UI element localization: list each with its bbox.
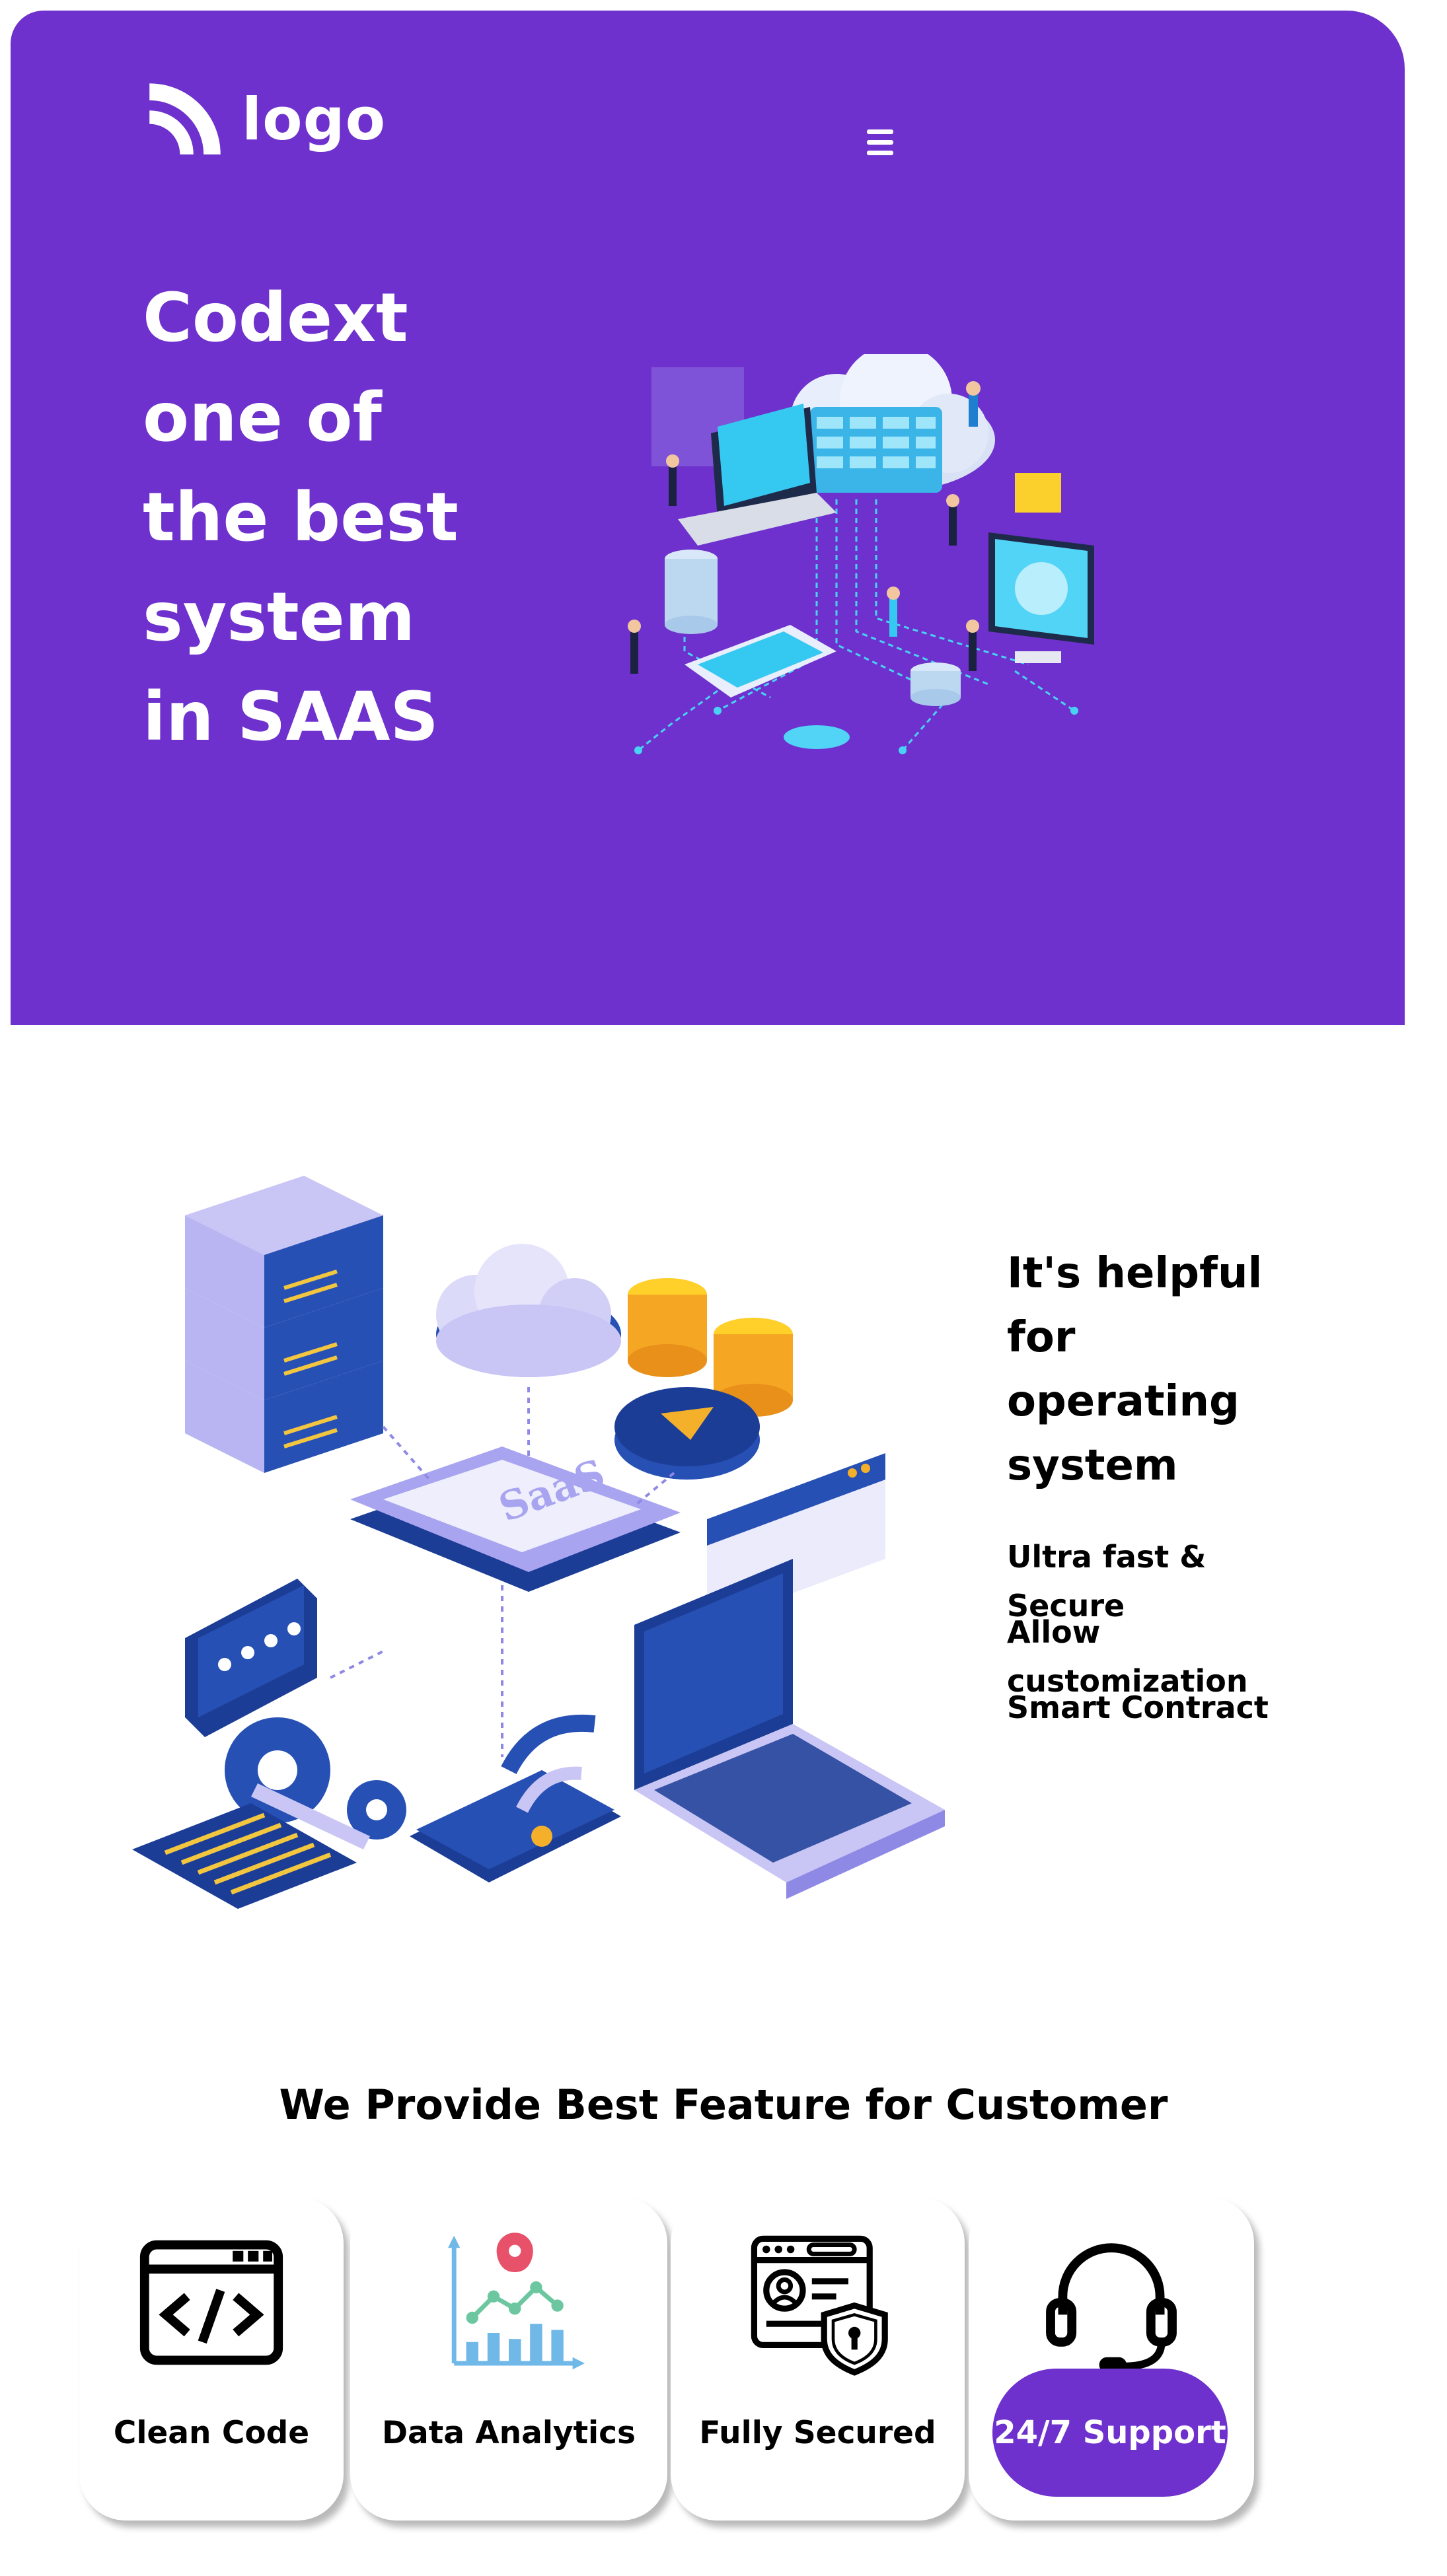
point-smart-contract: Smart Contract bbox=[1007, 1690, 1269, 1725]
logo[interactable]: logo bbox=[143, 77, 386, 161]
secure-profile-icon bbox=[751, 2235, 888, 2376]
card-label-clean-code: Clean Code bbox=[113, 2415, 310, 2451]
feature-card-support[interactable]: 24/7 Support bbox=[969, 2197, 1254, 2521]
card-label-data-analytics: Data Analytics bbox=[382, 2415, 636, 2451]
feature-card-clean-code[interactable]: Clean Code bbox=[79, 2197, 344, 2521]
hero-section: logo Codext one of the best system in SA… bbox=[11, 11, 1405, 1025]
cloud-network-illustration bbox=[628, 354, 1094, 754]
hamburger-menu-icon[interactable] bbox=[867, 129, 901, 164]
features-title: We Provide Best Feature for Customer bbox=[279, 2081, 1168, 2129]
analytics-chart-icon bbox=[448, 2233, 585, 2370]
logo-text: logo bbox=[242, 85, 387, 153]
signal-arcs-icon bbox=[149, 83, 221, 155]
hero-title: Codext one of the best system in SAAS bbox=[143, 279, 459, 756]
headset-icon bbox=[1046, 2243, 1177, 2373]
code-window-icon bbox=[139, 2240, 283, 2365]
feature-card-data-analytics[interactable]: Data Analytics bbox=[350, 2197, 667, 2521]
card-label-fully-secured: Fully Secured bbox=[699, 2415, 936, 2451]
saas-isometric-illustration: SaaS bbox=[132, 1176, 945, 1909]
helpful-title: It's helpful for operating system bbox=[1007, 1249, 1263, 1490]
feature-card-fully-secured[interactable]: Fully Secured bbox=[671, 2197, 965, 2521]
support-button[interactable]: 24/7 Support bbox=[992, 2369, 1228, 2497]
